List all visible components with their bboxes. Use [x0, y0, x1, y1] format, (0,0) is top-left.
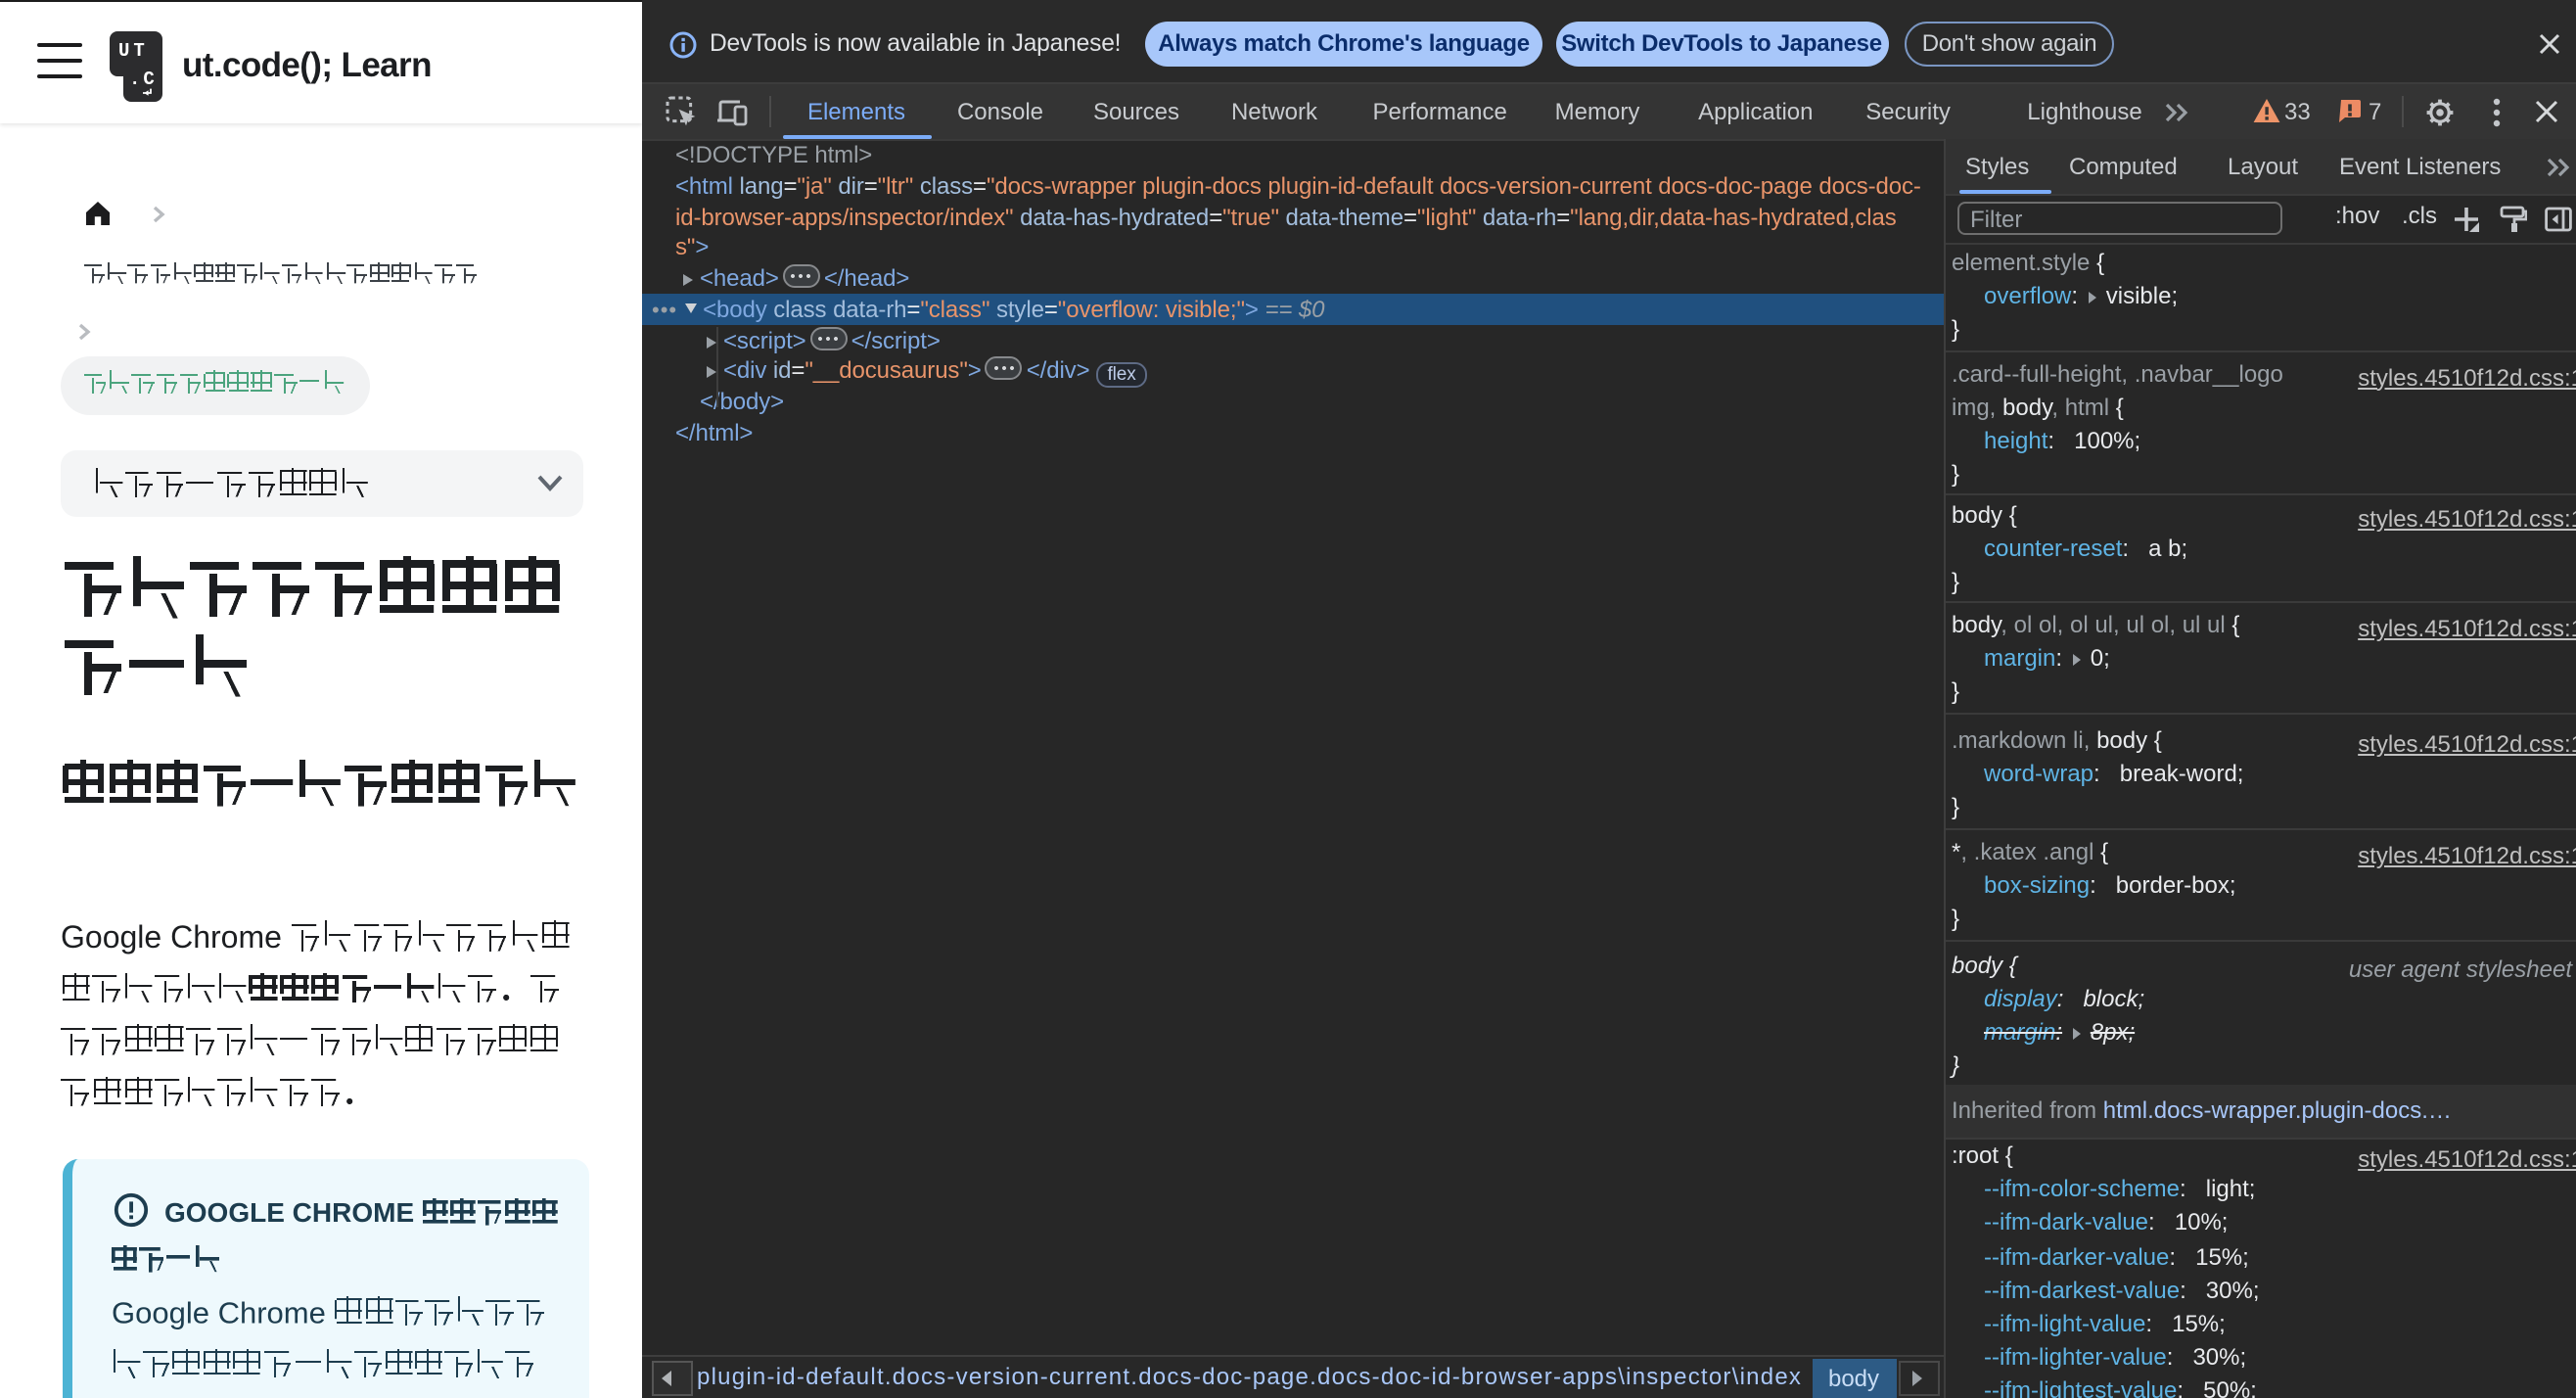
svg-text:.C: .C [129, 68, 158, 89]
svg-text:UT: UT [118, 39, 149, 61]
